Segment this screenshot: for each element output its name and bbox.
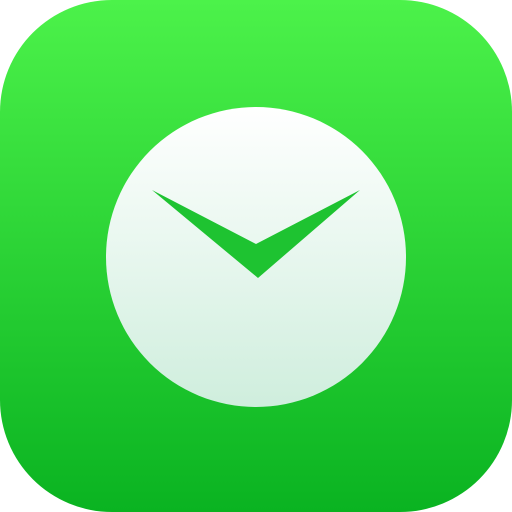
app-icon[interactable] xyxy=(0,0,512,512)
envelope-checkmark-icon xyxy=(106,107,406,407)
icon-canvas xyxy=(0,0,512,512)
